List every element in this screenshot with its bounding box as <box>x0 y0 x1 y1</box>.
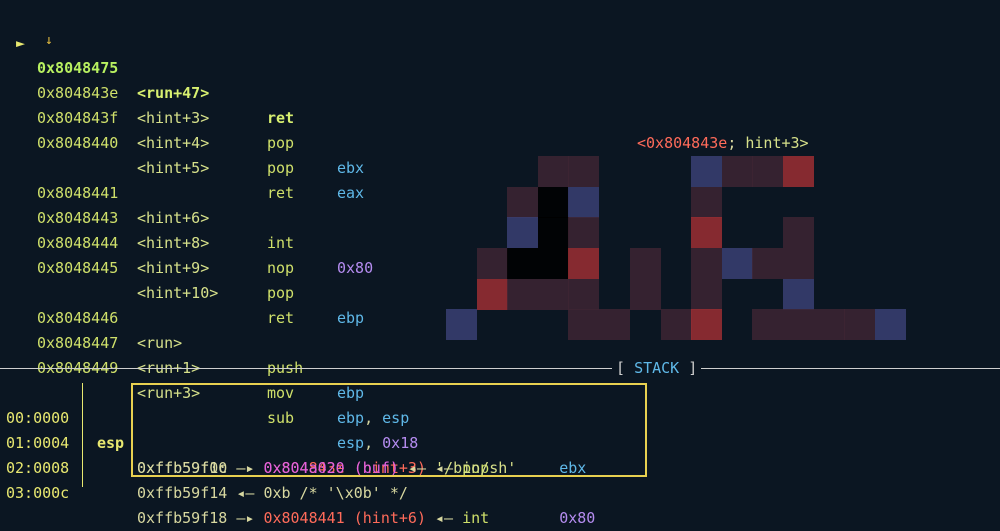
stack-value: 0xffb59f14 ◂— 0xb /* '\x0b' */ <box>137 481 408 506</box>
instruction-symbol: <hint+5> <box>137 159 210 177</box>
instruction-row[interactable]: 0x804843e <hint+3> pop ebx <box>0 56 364 177</box>
instruction-mnemonic: ret <box>267 109 295 127</box>
instruction-address: 0x8048475 <box>37 59 119 77</box>
stack-address: 0xffb59f18 <box>137 509 228 527</box>
stack-divider <box>0 368 1000 369</box>
return-target-symbol: hint+3> <box>745 134 809 152</box>
current-instruction-arrow-icon: ► <box>16 34 26 52</box>
instruction-mnemonic: ret <box>267 184 295 202</box>
dereference-arrow-icon: ◂— <box>426 509 463 527</box>
stack-title-open-bracket: [ <box>616 359 635 377</box>
instruction-address: 0x8048440 <box>37 134 119 152</box>
instruction-symbol: <hint+6> <box>137 209 210 227</box>
instruction-address: 0x8048445 <box>37 259 119 277</box>
instruction-operand: ebx <box>337 159 365 177</box>
instruction-operand: ebp <box>337 309 365 327</box>
instruction-row[interactable]: 0x8048445 <hint+10> ret <box>0 231 294 327</box>
stack-value: 0xffb59f18 —▸ 0x8048441 (hint+6) ◂— int 0… <box>137 506 595 531</box>
instruction-symbol: <hint+10> <box>137 284 219 302</box>
instruction-row[interactable]: 0x8048447 <run+1> mov ebp, esp <box>0 306 409 427</box>
instruction-address: 0x8048446 <box>37 309 119 327</box>
instruction-row[interactable]: 0x8048449 <run+3> sub esp, 0x18 <box>0 331 418 452</box>
stack-row[interactable]: 03:000c 0xffb59f18 —▸ 0x8048441 (hint+6)… <box>0 456 1000 527</box>
stack-pointer-symbol: (hint+6) <box>344 509 426 527</box>
instruction-address: 0x8048441 <box>37 184 119 202</box>
stack-pointer-target: 0x8048441 <box>263 509 345 527</box>
instruction-row[interactable]: 0x8048444 <hint+9> pop ebp <box>0 206 364 327</box>
deref-mnemonic: int <box>462 509 490 527</box>
stack-title-close-bracket: ] <box>679 359 698 377</box>
current-instruction[interactable]: ► 0x8048475 <run+47> ret <0x804843e; hin… <box>0 6 809 152</box>
instruction-symbol: <hint+8> <box>137 234 210 252</box>
instruction-row[interactable]: 0x8048440 <hint+5> ret <box>0 106 294 202</box>
instruction-address: 0x804843f <box>37 109 119 127</box>
stack-title-text: STACK <box>634 359 680 377</box>
instruction-address: 0x8048444 <box>37 234 119 252</box>
instruction-symbol: <run+47> <box>137 84 210 102</box>
instruction-row[interactable]: 0x8048446 <run> push ebp <box>0 281 364 402</box>
deref-immediate: 0x80 <box>559 509 596 527</box>
points-to-arrow-icon: —▸ <box>227 509 264 527</box>
return-target-separator: ; <box>727 134 746 152</box>
instruction-mnemonic: nop <box>267 259 295 277</box>
instruction-mnemonic: ret <box>267 309 295 327</box>
instruction-mnemonic: pop <box>267 159 295 177</box>
instruction-immediate: 0x80 <box>337 259 374 277</box>
stack-offset: 03:000c <box>6 484 70 502</box>
instruction-mnemonic: pop <box>267 284 295 302</box>
instruction-operand: eax <box>337 184 365 202</box>
instruction-symbol: <hint+9> <box>137 259 210 277</box>
instruction-row[interactable]: 0x8048441 <hint+6> int 0x80 <box>0 156 373 277</box>
instruction-symbol: <hint+4> <box>137 134 210 152</box>
instruction-row[interactable]: 0x8048443 <hint+8> nop <box>0 181 294 277</box>
instruction-symbol: <hint+3> <box>137 109 210 127</box>
instruction-address: 0x8048447 <box>37 334 119 352</box>
return-target-address: <0x804843e <box>637 134 728 152</box>
stack-row[interactable]: 00:0000 esp 0xffb59f0c —▸ 0x804843e (hin… <box>0 381 1000 477</box>
instruction-address: 0x804843e <box>37 84 119 102</box>
instruction-address: 0x8048443 <box>37 209 119 227</box>
stack-section-title: [ STACK ] <box>612 358 702 378</box>
return-target: <0x804843e; hint+3> <box>637 131 809 156</box>
jump-down-arrow-icon: ↓ <box>45 33 53 48</box>
instruction-mnemonic: int <box>267 234 295 252</box>
instruction-row[interactable]: 0x804843f <hint+4> pop eax <box>0 81 364 202</box>
instruction-mnemonic: pop <box>267 134 295 152</box>
stack-row[interactable]: 02:0008 0xffb59f14 ◂— 0xb /* '\x0b' */ <box>0 431 1000 502</box>
instruction-symbol: <run> <box>137 334 183 352</box>
stack-row[interactable]: 01:0004 0xffb59f10 —▸ 0x804a020 (buf) ◂—… <box>0 406 1000 477</box>
